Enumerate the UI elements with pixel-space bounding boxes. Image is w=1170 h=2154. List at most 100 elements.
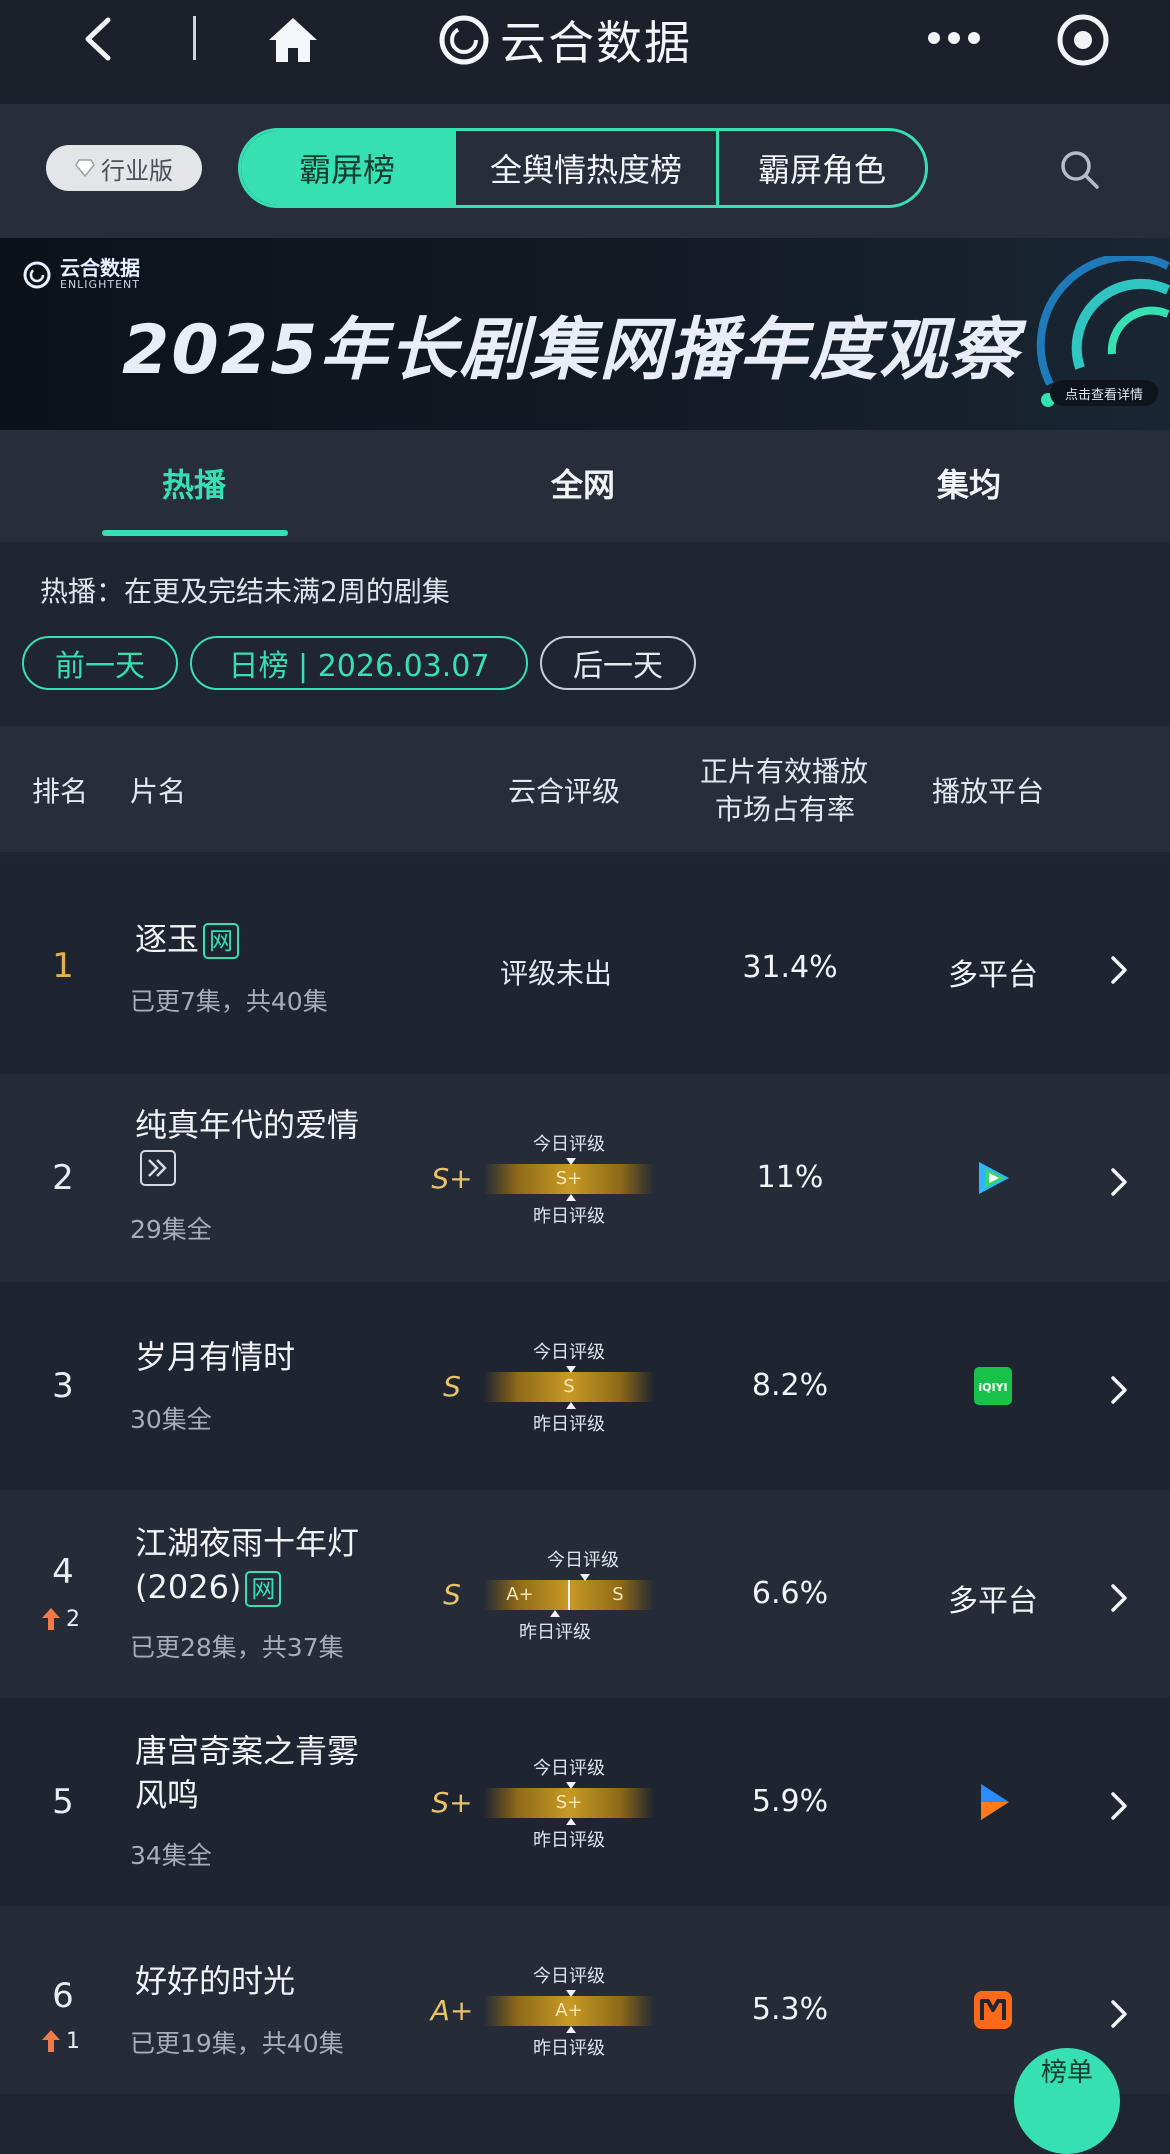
rank-number: 2 <box>52 1158 74 1198</box>
rating-gauge: 今日评级 S+ 昨日评级 <box>484 1130 654 1227</box>
gauge-bar-grade: A+ <box>555 2000 583 2021</box>
gauge-bar-grade: S <box>563 1376 575 1397</box>
chevron-right-icon[interactable] <box>1108 1374 1130 1406</box>
rating-gauge: 今日评级 A+ S 昨日评级 <box>484 1546 654 1643</box>
market-share: 6.6% <box>751 1576 829 1611</box>
prev-day-button[interactable]: 前一天 <box>22 636 178 690</box>
double-play-icon <box>148 1159 167 1177</box>
gauge-yesterday-label: 昨日评级 <box>533 1830 605 1851</box>
promo-banner[interactable]: 云合数据 ENLIGHTENT 2025年长剧集网播年度观察 点击查看详情 <box>0 238 1170 430</box>
chevron-right-icon[interactable] <box>1108 1166 1130 1198</box>
gauge-yesterday-marker <box>550 1610 560 1617</box>
table-row[interactable]: 3 岁月有情时 30集全 S 今日评级 S 昨日评级 8.2% iQIYI <box>0 1282 1170 1490</box>
drama-title: 逐玉网 <box>135 918 240 960</box>
gauge-bar-grade: S+ <box>555 1168 583 1189</box>
banner-logo: 云合数据 ENLIGHTENT <box>22 258 140 291</box>
drama-title: 好好的时光 <box>135 1962 296 2000</box>
gauge-divider <box>568 1580 570 1610</box>
gauge-yesterday-label: 昨日评级 <box>533 1414 605 1435</box>
header-share-line1: 正片有效播放 <box>700 755 869 788</box>
web-drama-tag: 网 <box>245 1571 282 1607</box>
drama-title-line2-text: (2026) <box>135 1568 242 1606</box>
tab-active-indicator <box>102 530 288 536</box>
rating-grade: S <box>443 1578 461 1611</box>
mgtv-icon <box>974 1991 1012 2029</box>
banner-title: 2025年长剧集网播年度观察 <box>122 311 1020 390</box>
back-icon[interactable] <box>78 14 118 64</box>
gauge-bar-grade: S+ <box>555 1792 583 1813</box>
divider <box>193 16 196 60</box>
tab-hot[interactable]: 热播 <box>162 460 226 506</box>
episode-info: 34集全 <box>130 1841 212 1870</box>
gauge-yesterday-marker <box>566 1194 576 1201</box>
rating-gauge: 今日评级 S 昨日评级 <box>484 1338 654 1435</box>
table-row[interactable]: 2 纯真年代的爱情 29集全 S+ 今日评级 S+ 昨日评级 11% <box>0 1074 1170 1282</box>
chevron-right-icon[interactable] <box>1108 954 1130 986</box>
gauge-today-marker <box>566 1782 576 1789</box>
header-title: 片名 <box>130 775 187 808</box>
banner-logo-cn: 云合数据 <box>60 256 140 280</box>
svg-text:iQIYI: iQIYI <box>978 1381 1007 1394</box>
gauge-yesterday-marker <box>566 2026 576 2033</box>
gauge-today-label: 今日评级 <box>533 1758 605 1779</box>
next-day-button[interactable]: 后一天 <box>540 636 696 690</box>
table-row[interactable]: 1 逐玉网 已更7集，共40集 评级未出 31.4% 多平台 <box>0 866 1170 1074</box>
drama-title-line1: 唐宫奇案之青雾 <box>135 1732 360 1770</box>
rating-gauge: 今日评级 S+ 昨日评级 <box>484 1754 654 1851</box>
rating-grade: S+ <box>431 1786 473 1819</box>
tab-all-network[interactable]: 全网 <box>551 460 615 506</box>
segment-bapingbang[interactable]: 霸屏榜 <box>241 131 453 205</box>
episode-info: 已更28集，共37集 <box>130 1633 344 1662</box>
gauge-today-label: 今日评级 <box>533 1966 605 1987</box>
header-rating: 云合评级 <box>508 775 621 808</box>
market-share: 5.9% <box>751 1784 829 1819</box>
home-icon[interactable] <box>265 14 321 66</box>
rank-number: 5 <box>52 1782 74 1822</box>
rank-number: 6 <box>52 1976 74 2016</box>
diamond-icon <box>75 159 95 177</box>
gauge-today-marker <box>566 1990 576 1997</box>
drama-title-line2: 风鸣 <box>135 1776 200 1814</box>
rating-pending: 评级未出 <box>500 957 613 990</box>
rating-grade: A+ <box>430 1994 474 2027</box>
market-share: 5.3% <box>751 1992 829 2027</box>
table-row[interactable]: 5 唐宫奇案之青雾 风鸣 34集全 S+ 今日评级 S+ 昨日评级 5.9% <box>0 1698 1170 1906</box>
drama-title-text: 逐玉 <box>135 920 200 958</box>
floating-rank-button[interactable]: 榜单 <box>1014 2048 1120 2154</box>
platform-multi: 多平台 <box>948 958 1038 993</box>
industry-badge[interactable]: 行业版 <box>46 145 202 191</box>
tab-per-episode[interactable]: 集均 <box>937 460 1001 506</box>
rank-change-value: 2 <box>66 1606 80 1632</box>
segment-quanyuqing[interactable]: 全舆情热度榜 <box>453 131 719 205</box>
gauge-today-label: 今日评级 <box>547 1550 619 1571</box>
table-row[interactable]: 4 2 江湖夜雨十年灯 (2026) 网 已更28集，共37集 S 今日评级 A+… <box>0 1490 1170 1698</box>
header-platform: 播放平台 <box>932 775 1045 808</box>
episode-info: 29集全 <box>130 1215 212 1244</box>
gauge-today-marker <box>566 1366 576 1373</box>
gauge-yesterday-marker <box>566 1402 576 1409</box>
iqiyi-icon: iQIYI <box>974 1367 1012 1405</box>
chevron-right-icon[interactable] <box>1108 1998 1130 2030</box>
gauge-yesterday-label: 昨日评级 <box>519 1622 591 1643</box>
more-icon[interactable] <box>924 18 984 58</box>
exclusive-play-tag <box>140 1150 176 1186</box>
logo-icon <box>439 15 489 65</box>
drama-title: 岁月有情时 <box>135 1338 296 1376</box>
list-description: 热播：在更及完结未满2周的剧集 <box>40 575 450 608</box>
gauge-today-marker <box>566 1158 576 1165</box>
table-row[interactable]: 6 1 好好的时光 已更19集，共40集 A+ 今日评级 A+ 昨日评级 5.3… <box>0 1906 1170 2094</box>
drama-title: 纯真年代的爱情 <box>135 1106 360 1144</box>
search-icon[interactable] <box>1058 148 1100 190</box>
gauge-yesterday-marker <box>566 1818 576 1825</box>
close-miniapp-icon[interactable] <box>1055 12 1111 68</box>
chevron-right-icon[interactable] <box>1108 1790 1130 1822</box>
banner-cta-button[interactable]: 点击查看详情 <box>1050 380 1158 406</box>
rank-type-segmented-control: 霸屏榜 全舆情热度榜 霸屏角色 <box>238 128 928 208</box>
banner-logo-icon <box>23 261 51 288</box>
segment-bapingjuese[interactable]: 霸屏角色 <box>719 131 925 205</box>
date-picker-button[interactable]: 日榜 | 2026.03.07 <box>190 636 528 690</box>
banner-logo-en: ENLIGHTENT <box>60 278 140 291</box>
gauge-yesterday-label: 昨日评级 <box>533 2038 605 2059</box>
chevron-right-icon[interactable] <box>1108 1582 1130 1614</box>
gauge-today-marker <box>580 1574 590 1581</box>
